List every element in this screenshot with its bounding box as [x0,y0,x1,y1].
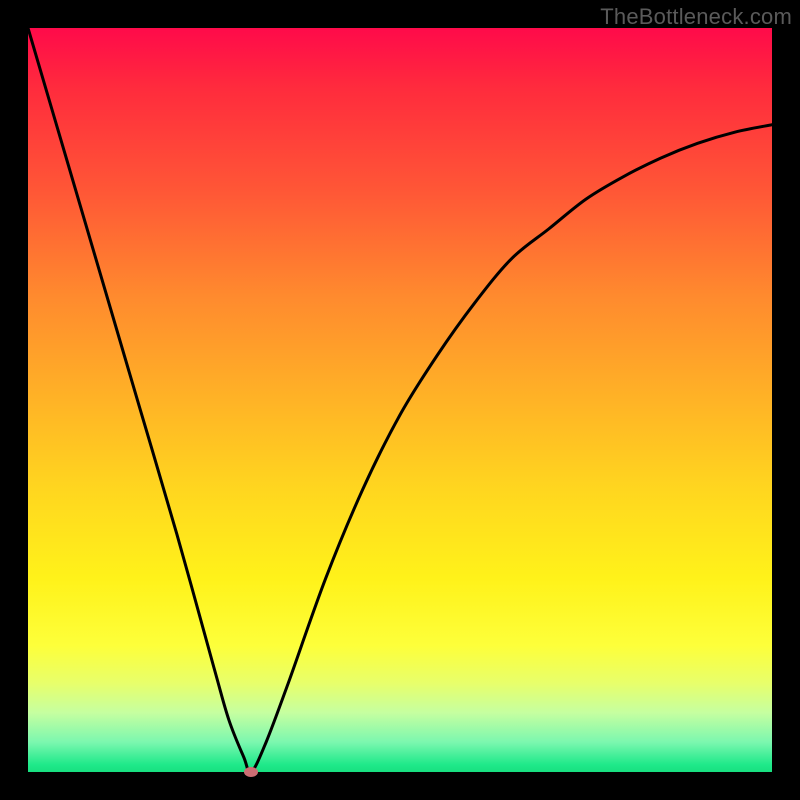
bottleneck-curve [28,28,772,772]
plot-area [28,28,772,772]
watermark-text: TheBottleneck.com [600,4,792,30]
chart-frame [28,28,772,772]
minimum-marker [244,767,258,777]
